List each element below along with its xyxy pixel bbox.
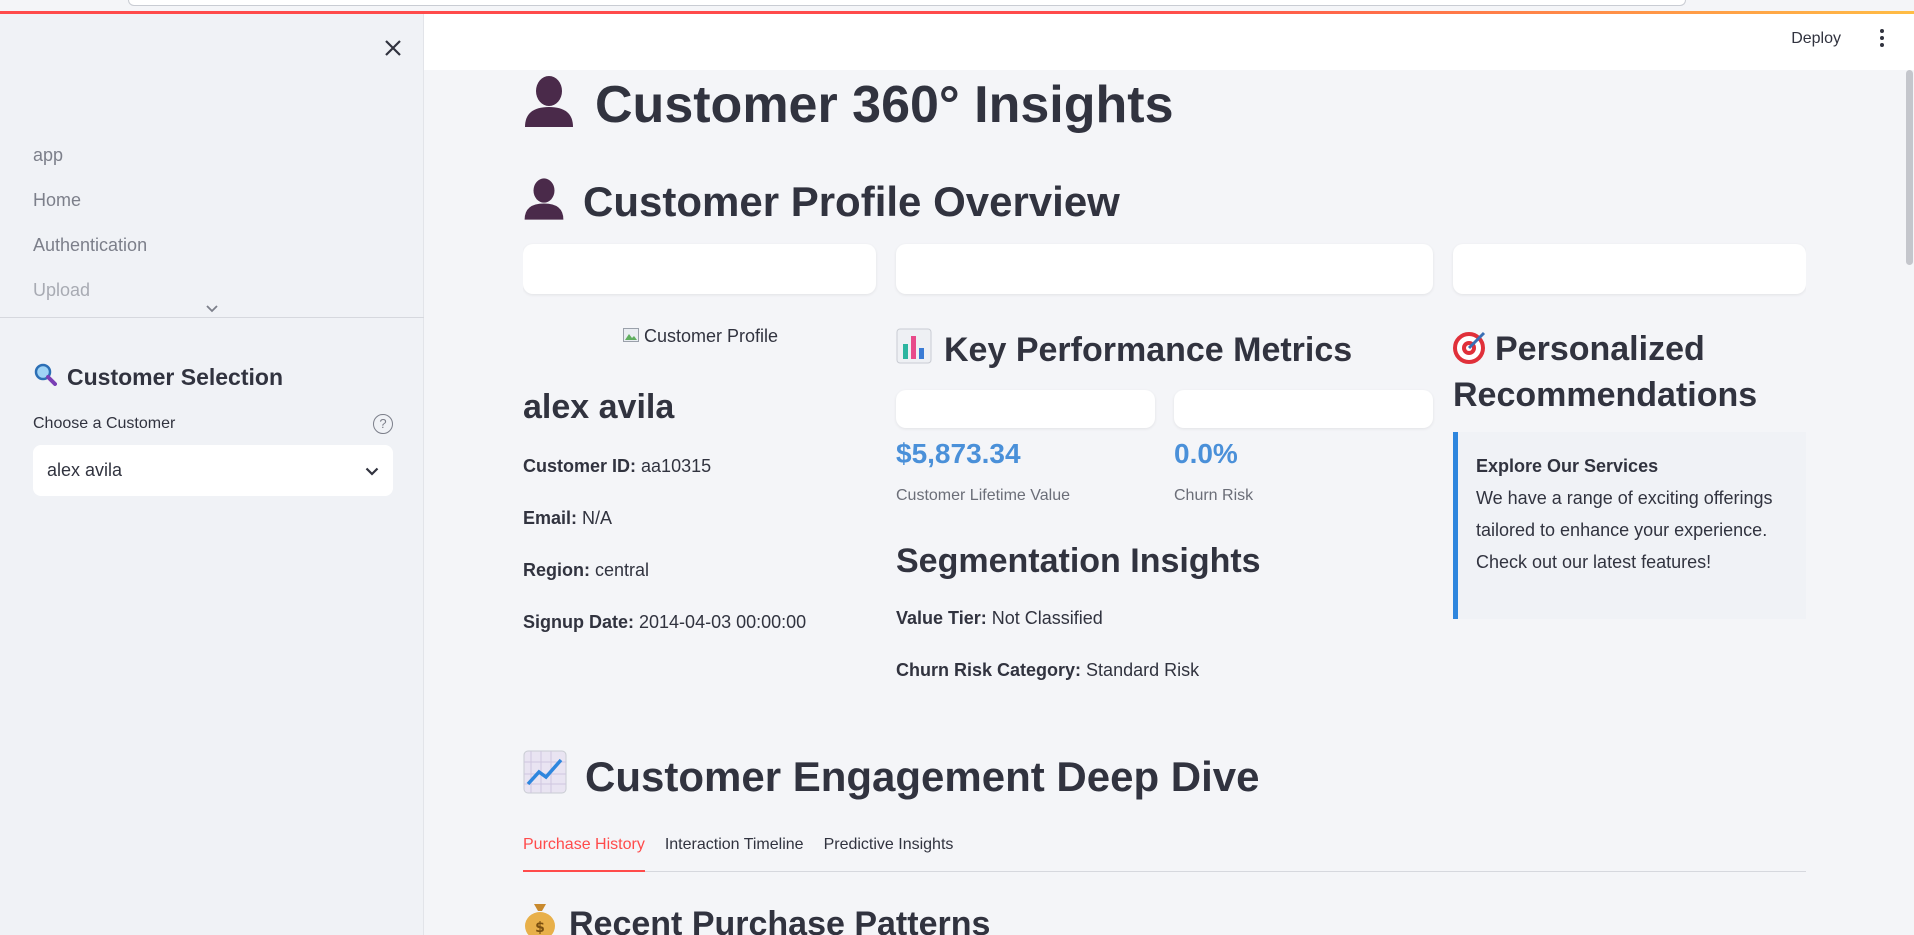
customer-select[interactable]: alex avila: [33, 445, 393, 496]
purchase-patterns-heading: $ Recent Purchase Patterns: [523, 900, 990, 935]
customer-id-value: aa10315: [641, 456, 712, 476]
page-title: Customer 360° Insights: [523, 70, 1174, 140]
engagement-tabs: Purchase History Interaction Timeline Pr…: [523, 832, 1806, 872]
churn-category-label: Churn Risk Category:: [896, 660, 1082, 680]
tab-predictive-insights[interactable]: Predictive Insights: [824, 832, 954, 872]
recommendation-card: [1453, 244, 1806, 294]
customer-name: alex avila: [523, 388, 675, 426]
customer-id-label: Customer ID:: [523, 456, 637, 476]
email-label: Email:: [523, 508, 578, 528]
recommendations-heading: Personalized Recommendations: [1453, 328, 1806, 416]
sidebar-section-title: Customer Selection: [33, 362, 283, 392]
person-icon: [523, 71, 575, 140]
sidebar-nav: app Home Authentication Upload: [33, 144, 147, 324]
select-label: Choose a Customer: [33, 415, 176, 432]
region-value: central: [595, 560, 650, 580]
signup-value: 2014-04-03 00:00:00: [639, 612, 807, 632]
chevron-down-icon: [365, 460, 379, 481]
help-icon[interactable]: ?: [373, 414, 393, 434]
segmentation-heading: Segmentation Insights: [896, 542, 1261, 580]
sidebar: app Home Authentication Upload Customer …: [0, 14, 424, 935]
kpi-heading: Key Performance Metrics: [896, 328, 1352, 373]
purchase-patterns-text: Recent Purchase Patterns: [569, 905, 991, 935]
app-header: Deploy: [424, 14, 1914, 70]
churn-category-value: Standard Risk: [1086, 660, 1200, 680]
scrollbar[interactable]: [1906, 70, 1913, 265]
target-icon: [1453, 330, 1487, 374]
signup-row: Signup Date: 2014-04-03 00:00:00: [523, 612, 806, 633]
engagement-heading-text: Customer Engagement Deep Dive: [585, 753, 1260, 800]
recommendation-text: We have a range of exciting offerings ta…: [1476, 488, 1773, 572]
churn-label: Churn Risk: [1174, 487, 1254, 504]
churn-metric-card: [1174, 390, 1433, 428]
top-decoration: [0, 0, 1914, 14]
page-title-text: Customer 360° Insights: [595, 76, 1174, 134]
chevron-down-icon[interactable]: [206, 300, 218, 316]
value-tier-label: Value Tier:: [896, 608, 987, 628]
recommendation-box: Explore Our Services We have a range of …: [1453, 432, 1806, 619]
trend-chart-icon: [523, 750, 567, 804]
section-title-text: Customer Selection: [67, 363, 283, 390]
deploy-button[interactable]: Deploy: [1791, 30, 1841, 48]
clv-label: Customer Lifetime Value: [896, 487, 1070, 504]
value-tier-value: Not Classified: [991, 608, 1103, 628]
customer-select-value: alex avila: [47, 460, 123, 480]
clv-value: $5,873.34: [896, 438, 1021, 469]
kpi-heading-text: Key Performance Metrics: [944, 331, 1353, 369]
value-tier-row: Value Tier: Not Classified: [896, 608, 1103, 629]
customer-profile-image: Customer Profile: [623, 326, 778, 347]
kpi-card: [896, 244, 1433, 294]
churn-value: 0.0%: [1174, 438, 1238, 469]
profile-card: [523, 244, 876, 294]
engagement-heading: Customer Engagement Deep Dive: [523, 750, 1260, 804]
region-row: Region: central: [523, 560, 649, 581]
profile-overview-heading: Customer Profile Overview: [523, 174, 1120, 230]
kebab-icon[interactable]: [1874, 26, 1890, 54]
email-value: N/A: [582, 508, 613, 528]
churn-category-row: Churn Risk Category: Standard Risk: [896, 660, 1199, 681]
main-content: Customer 360° Insights Customer Profile …: [523, 70, 1806, 935]
close-icon[interactable]: [380, 36, 406, 62]
clv-metric-card: [896, 390, 1155, 428]
customer-id-row: Customer ID: aa10315: [523, 456, 711, 477]
url-bar: [128, 0, 1686, 6]
sidebar-divider: [0, 317, 424, 318]
profile-overview-text: Customer Profile Overview: [583, 178, 1120, 225]
signup-label: Signup Date:: [523, 612, 634, 632]
image-alt-text: Customer Profile: [644, 326, 779, 346]
recommendation-title: Explore Our Services: [1476, 456, 1659, 476]
broken-image-icon: [623, 326, 644, 346]
nav-item-app[interactable]: app: [33, 144, 147, 189]
search-icon: [33, 362, 57, 392]
tab-purchase-history[interactable]: Purchase History: [523, 832, 645, 872]
nav-item-authentication[interactable]: Authentication: [33, 234, 147, 279]
tab-interaction-timeline[interactable]: Interaction Timeline: [665, 832, 804, 872]
money-bag-icon: $: [523, 900, 557, 935]
svg-text:$: $: [535, 920, 545, 935]
region-label: Region:: [523, 560, 590, 580]
nav-item-home[interactable]: Home: [33, 189, 147, 234]
email-row: Email: N/A: [523, 508, 612, 529]
recommendations-heading-text: Personalized Recommendations: [1453, 330, 1758, 414]
bar-chart-icon: [896, 328, 932, 373]
person-icon: [523, 174, 565, 230]
